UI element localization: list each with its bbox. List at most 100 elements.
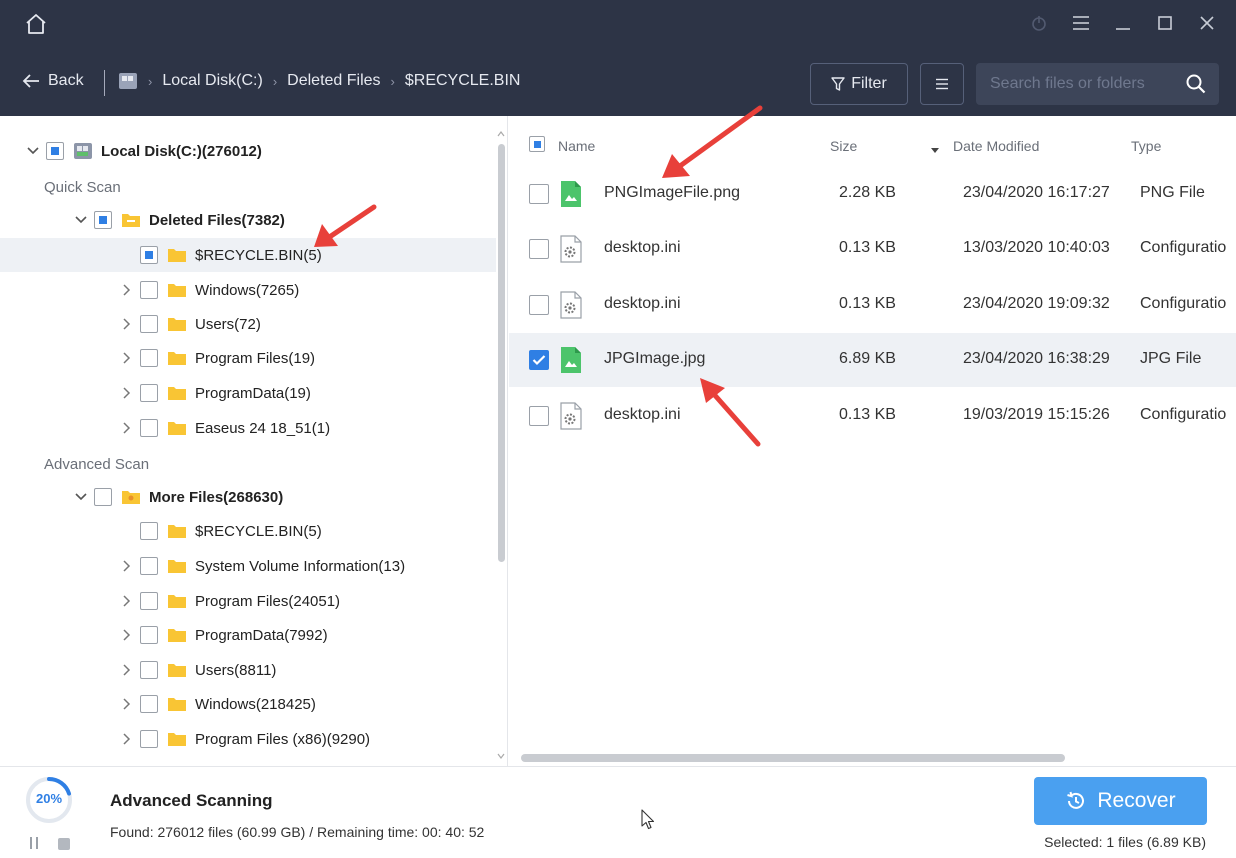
tree-checkbox[interactable]: [140, 626, 158, 644]
arrow-left-icon: [22, 74, 39, 88]
breadcrumb-item-recycle-bin[interactable]: $RECYCLE.BIN: [405, 72, 521, 90]
file-checkbox[interactable]: [529, 295, 549, 315]
window-controls: [1028, 12, 1218, 34]
tree-item-deleted-files[interactable]: Deleted Files(7382): [0, 203, 496, 237]
back-button[interactable]: Back: [22, 72, 84, 90]
tree-item-programdata-advanced[interactable]: ProgramData(7992): [0, 618, 496, 652]
list-view-icon: [936, 78, 948, 90]
file-checkbox[interactable]: [529, 239, 549, 259]
tree-checkbox[interactable]: [140, 557, 158, 575]
tree-item-program-files-advanced[interactable]: Program Files(24051): [0, 584, 496, 618]
tree-label: Deleted Files(7382): [149, 211, 285, 229]
tree-checkbox[interactable]: [140, 349, 158, 367]
chevron-right-icon[interactable]: [120, 594, 134, 608]
tree-checkbox[interactable]: [140, 246, 158, 264]
breadcrumb-item-deleted-files[interactable]: Deleted Files: [287, 72, 380, 90]
tree-checkbox[interactable]: [140, 522, 158, 540]
chevron-right-icon[interactable]: [120, 732, 134, 746]
folder-icon: [168, 629, 186, 642]
tree-checkbox[interactable]: [140, 730, 158, 748]
tree-checkbox[interactable]: [94, 211, 112, 229]
tree-checkbox[interactable]: [140, 384, 158, 402]
chevron-right-icon[interactable]: [120, 351, 134, 365]
chevron-down-icon[interactable]: [26, 144, 40, 158]
tree-item-windows[interactable]: Windows(7265): [0, 273, 496, 307]
config-file-icon: [560, 291, 582, 319]
minimize-icon[interactable]: [1112, 12, 1134, 34]
tree-item-more-files[interactable]: More Files(268630): [0, 480, 496, 514]
selected-summary: Selected: 1 files (6.89 KB): [1044, 834, 1206, 850]
search-input[interactable]: [976, 63, 1176, 105]
chevron-right-icon[interactable]: [120, 697, 134, 711]
file-checkbox[interactable]: [529, 406, 549, 426]
tree-checkbox[interactable]: [94, 488, 112, 506]
tree-label: Windows(218425): [195, 695, 316, 713]
file-row[interactable]: desktop.ini 0.13 KB 19/03/2019 15:15:26 …: [509, 389, 1236, 443]
filter-label: Filter: [851, 75, 887, 92]
scroll-down-icon[interactable]: [497, 752, 505, 760]
tree-item-recycle-bin[interactable]: $RECYCLE.BIN(5): [0, 238, 496, 272]
file-checkbox[interactable]: [529, 184, 549, 204]
tree-item-system-volume[interactable]: System Volume Information(13): [0, 549, 496, 583]
file-size: 0.13 KB: [839, 239, 896, 256]
tree-item-program-files[interactable]: Program Files(19): [0, 341, 496, 375]
chevron-right-icon[interactable]: [120, 283, 134, 297]
feedback-icon[interactable]: [1028, 12, 1050, 34]
pause-icon[interactable]: [30, 837, 44, 851]
stop-icon[interactable]: [58, 838, 70, 850]
tree-checkbox[interactable]: [140, 281, 158, 299]
file-row[interactable]: PNGImageFile.png 2.28 KB 23/04/2020 16:1…: [509, 167, 1236, 221]
folder-icon: [168, 387, 186, 400]
file-name: desktop.ini: [604, 295, 681, 312]
tree-checkbox[interactable]: [140, 315, 158, 333]
file-checkbox[interactable]: [529, 350, 549, 370]
scroll-up-icon[interactable]: [497, 130, 505, 138]
tree-item-recycle-bin-advanced[interactable]: $RECYCLE.BIN(5): [0, 514, 496, 548]
folder-icon: [168, 560, 186, 573]
tree-item-windows-advanced[interactable]: Windows(218425): [0, 687, 496, 721]
scan-status-title: Advanced Scanning: [110, 791, 273, 810]
tree-checkbox[interactable]: [140, 661, 158, 679]
menu-icon[interactable]: [1070, 12, 1092, 34]
list-scrollbar-thumb[interactable]: [521, 754, 1065, 762]
tree-item-local-disk[interactable]: Local Disk(C:)(276012): [0, 134, 496, 168]
filter-button[interactable]: Filter: [810, 63, 908, 105]
maximize-icon[interactable]: [1154, 12, 1176, 34]
file-row[interactable]: desktop.ini 0.13 KB 23/04/2020 19:09:32 …: [509, 278, 1236, 332]
chevron-right-icon[interactable]: [120, 663, 134, 677]
file-row[interactable]: JPGImage.jpg 6.89 KB 23/04/2020 16:38:29…: [509, 333, 1236, 387]
tree-scrollbar-thumb[interactable]: [498, 144, 505, 562]
chevron-right-icon[interactable]: [120, 317, 134, 331]
tree-label: Program Files(19): [195, 349, 316, 367]
tree-item-users-advanced[interactable]: Users(8811): [0, 653, 496, 687]
column-size[interactable]: Size: [830, 138, 857, 154]
chevron-right-icon[interactable]: [120, 628, 134, 642]
tree-checkbox[interactable]: [46, 142, 64, 160]
view-menu-button[interactable]: [920, 63, 964, 105]
file-row[interactable]: desktop.ini 0.13 KB 13/03/2020 10:40:03 …: [509, 222, 1236, 276]
column-name[interactable]: Name: [558, 138, 595, 154]
tree-checkbox[interactable]: [140, 419, 158, 437]
close-icon[interactable]: [1196, 12, 1218, 34]
chevron-right-icon[interactable]: [120, 386, 134, 400]
folder-icon: [168, 733, 186, 746]
search-icon[interactable]: [1185, 73, 1207, 95]
select-all-checkbox[interactable]: [529, 136, 545, 152]
breadcrumb-item-local-disk[interactable]: Local Disk(C:): [162, 72, 262, 90]
home-icon[interactable]: [24, 12, 48, 36]
tree-item-easeus[interactable]: Easeus 24 18_51(1): [0, 411, 496, 445]
chevron-down-icon[interactable]: [74, 213, 88, 227]
tree-checkbox[interactable]: [140, 592, 158, 610]
tree-item-program-files-x86[interactable]: Program Files (x86)(9290): [0, 722, 496, 756]
drive-icon: [74, 143, 92, 159]
tree-checkbox[interactable]: [140, 695, 158, 713]
tree-item-programdata[interactable]: ProgramData(19): [0, 376, 496, 410]
advanced-scan-heading: Advanced Scan: [44, 456, 150, 473]
column-date-modified[interactable]: Date Modified: [953, 138, 1039, 154]
tree-item-users[interactable]: Users(72): [0, 307, 496, 341]
recover-button[interactable]: Recover: [1034, 777, 1207, 825]
column-type[interactable]: Type: [1131, 138, 1161, 154]
chevron-down-icon[interactable]: [74, 490, 88, 504]
chevron-right-icon[interactable]: [120, 421, 134, 435]
chevron-right-icon[interactable]: [120, 559, 134, 573]
